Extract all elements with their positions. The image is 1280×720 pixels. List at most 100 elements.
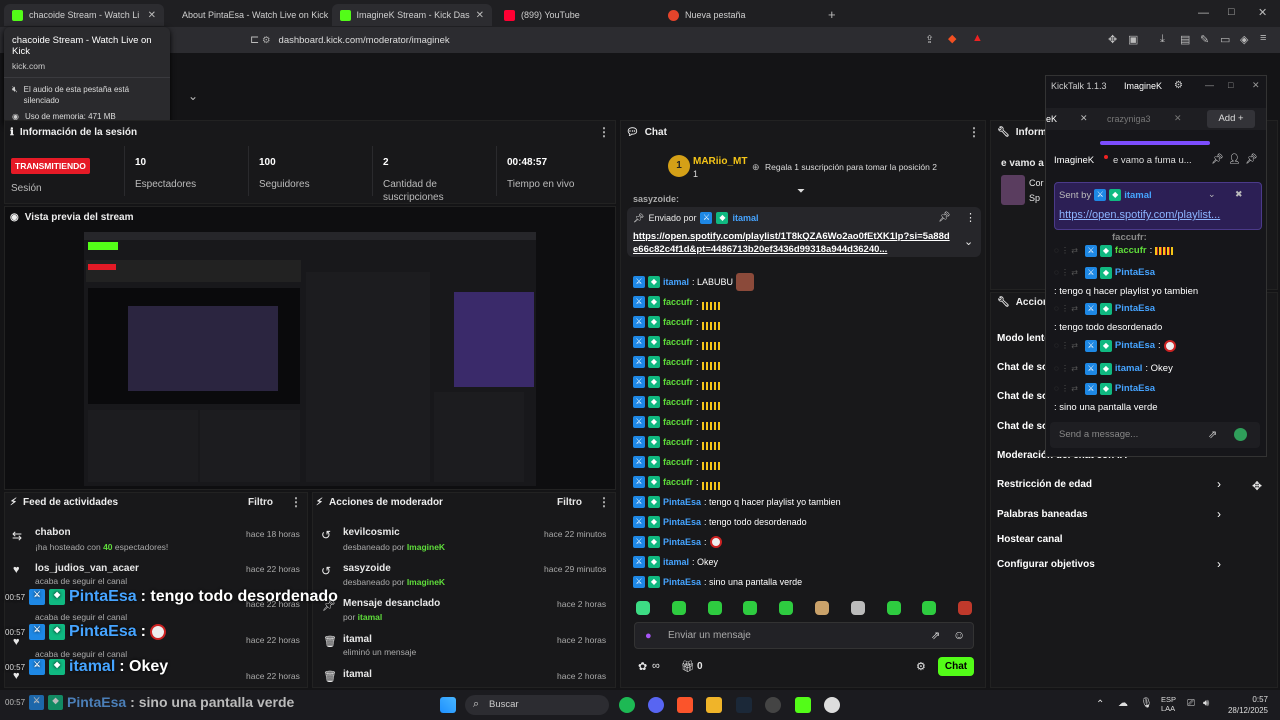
minimize-icon[interactable]: — [1205, 80, 1214, 90]
drag-handle-icon[interactable]: ✥ [1252, 479, 1262, 493]
site-info-icon[interactable]: ⚙ [262, 35, 271, 46]
tab-youtube[interactable]: (899) YouTube [496, 4, 656, 26]
emote-shortcut-icon[interactable] [886, 601, 901, 615]
action-host-channel[interactable]: Hostear canal [997, 534, 1063, 545]
taskbar-clock[interactable]: 0:57 28/12/2025 [1224, 694, 1268, 716]
send-chat-button[interactable]: Chat [938, 657, 974, 676]
chat-username[interactable]: PintaEsa [663, 517, 701, 527]
emote-shortcut-icon[interactable] [707, 601, 722, 615]
chat-username[interactable]: PintaEsa [663, 577, 701, 587]
more-options-icon[interactable]: ⋮ [965, 211, 976, 224]
chat-message[interactable]: ⚔ ◆ itamal: LABUBU [633, 273, 755, 291]
extensions-icon[interactable]: ✥ [1108, 33, 1117, 46]
kicktalk-message[interactable]: ◌ ⋮ ⇄ ⚔ ◆ PintaEsa: [1054, 338, 1254, 354]
tab-new[interactable]: Nueva pestaña [660, 4, 820, 26]
action-subscribers-only[interactable]: Chat de so [997, 391, 1048, 402]
kicktalk-username[interactable]: PintaEsa [1115, 301, 1155, 317]
chat-username[interactable]: itamal [663, 277, 689, 287]
kicktalk-username[interactable]: itamal [1115, 361, 1142, 377]
maximize-icon[interactable]: □ [1228, 6, 1235, 18]
language-indicator[interactable]: ESP LAA [1161, 695, 1176, 713]
activity-filter-button[interactable]: Filtro [248, 497, 273, 508]
emoji-icon[interactable] [1234, 428, 1247, 441]
chat-username[interactable]: faccufr [663, 477, 693, 487]
kicktalk-message[interactable]: ◌ ⋮ ⇄ ⚔ ◆ faccufr: [1054, 243, 1254, 259]
share-icon[interactable]: ⇪ [925, 33, 934, 46]
app-icon[interactable] [824, 697, 840, 713]
mic-icon[interactable]: 🎙︎ [1140, 698, 1153, 709]
emoji-icon[interactable]: ☺ [953, 628, 965, 642]
chevron-down-icon[interactable]: ⌄ [1208, 189, 1216, 200]
chat-message[interactable]: ⚔ ◆ faccufr: [633, 375, 720, 390]
tab-pintaesa[interactable]: About PintaEsa - Watch Live on Kick [168, 4, 330, 26]
emote-shortcut-icon[interactable] [922, 601, 937, 615]
chat-username[interactable]: faccufr [663, 417, 693, 427]
emote-shortcut-icon[interactable] [743, 601, 758, 615]
chat-message[interactable]: ⚔ ◆ PintaEsa: [633, 535, 722, 549]
obs-icon[interactable] [765, 697, 781, 713]
steam-icon[interactable] [736, 697, 752, 713]
chat-message[interactable]: ⚔ ◆ faccufr: [633, 335, 720, 350]
kicktalk-input[interactable]: Send a message... [1059, 429, 1138, 440]
file-explorer-icon[interactable] [706, 697, 722, 713]
message-actions-icon[interactable]: ◌ ⋮ ⇄ [1054, 361, 1078, 377]
chat-username[interactable]: faccufr [663, 377, 693, 387]
chat-username[interactable]: faccufr [663, 437, 693, 447]
more-options-icon[interactable]: ⋮ [290, 495, 302, 509]
leo-icon[interactable]: ✎ [1200, 33, 1209, 46]
chat-input-box[interactable]: ● Enviar un mensaje ⇗ ☺ [634, 622, 974, 649]
message-actions-icon[interactable]: ◌ ⋮ ⇄ [1054, 243, 1078, 259]
action-configure-goals[interactable]: Configurar objetivos [997, 559, 1095, 570]
cloud-icon[interactable]: ☁ [1118, 698, 1128, 709]
close-icon[interactable]: ✕ [476, 10, 484, 21]
kicktalk-tab-imaginek[interactable]: eK [1046, 114, 1057, 124]
action-emotes-only[interactable]: Chat de so [997, 421, 1048, 432]
close-icon[interactable]: ✕ [148, 10, 156, 21]
chat-message[interactable]: ⚔ ◆ PintaEsa: tengo todo desordenado [633, 515, 807, 529]
chat-message[interactable]: ⚔ ◆ itamal: Okey [633, 555, 718, 569]
emote-shortcut-icon[interactable] [815, 601, 829, 615]
chat-username[interactable]: faccufr [663, 317, 693, 327]
tab-imaginek[interactable]: ImagineK Stream - Kick Dash ✕ [332, 4, 492, 26]
action-slow-mode[interactable]: Modo lento [997, 333, 1050, 344]
channel-points-icon[interactable]: ✿ [638, 660, 647, 673]
chevron-down-icon[interactable]: ⌄ [188, 89, 198, 103]
menu-icon[interactable]: ≡ [1260, 32, 1266, 44]
taskbar-search[interactable]: ⌕ Buscar [465, 695, 609, 715]
kicktalk-message[interactable]: ◌ ⋮ ⇄ ⚔ ◆ PintaEsa: tengo q hacer playlist … [1054, 265, 1254, 300]
gear-icon[interactable]: ⚙ [916, 660, 926, 673]
chevron-down-icon[interactable]: ⌄ [964, 235, 973, 248]
kicktalk-message[interactable]: ◌ ⋮ ⇄ ⚔ ◆ itamal: Okey [1054, 361, 1254, 377]
chat-message[interactable]: ⚔ ◆ PintaEsa: tengo q hacer playlist yo ta… [633, 495, 841, 509]
maximize-icon[interactable]: □ [1228, 80, 1233, 90]
close-icon[interactable]: ✕ [1080, 113, 1088, 124]
kicktalk-add-button[interactable]: Add + [1207, 110, 1255, 128]
brave-rewards-icon[interactable]: ▲ [972, 32, 983, 44]
more-options-icon[interactable]: ⋮ [598, 495, 610, 509]
vpn-icon[interactable]: ◈ [1240, 33, 1248, 46]
emote-shortcut-icon[interactable] [671, 601, 686, 615]
message-actions-icon[interactable]: ◌ ⋮ ⇄ [1054, 381, 1078, 397]
screenshot-icon[interactable]: ▣ [1128, 33, 1138, 46]
chat-username[interactable]: faccufr [663, 337, 693, 347]
pin-icon[interactable]: 📌︎ [1211, 154, 1224, 165]
close-icon[interactable]: ✕ [1252, 80, 1260, 91]
new-tab-icon[interactable]: + [828, 7, 836, 22]
chat-message[interactable]: ⚔ ◆ faccufr: [633, 435, 720, 450]
chevron-right-icon[interactable]: › [1217, 507, 1221, 521]
action-age-restriction[interactable]: Restricción de edad [997, 479, 1092, 490]
mic-icon[interactable]: ● [645, 630, 652, 642]
window-close-icon[interactable]: ✕ [1258, 6, 1267, 19]
unpin-icon[interactable]: ✖ [1235, 189, 1243, 200]
mod-filter-button[interactable]: Filtro [557, 497, 582, 508]
discord-icon[interactable] [648, 697, 664, 713]
kicktalk-emote-icon[interactable]: ⇗ [1208, 428, 1217, 441]
minimize-icon[interactable]: — [1198, 7, 1209, 19]
pinned-link[interactable]: https://open.spotify.com/playlist/1T8kQZ… [633, 230, 953, 256]
chat-message[interactable]: ⚔ ◆ faccufr: [633, 475, 720, 490]
message-actions-icon[interactable]: ◌ ⋮ ⇄ [1054, 338, 1078, 354]
action-followers-only[interactable]: Chat de so [997, 362, 1048, 373]
chevron-right-icon[interactable]: › [1217, 477, 1221, 491]
kicktalk-username[interactable]: PintaEsa [1115, 265, 1155, 281]
chat-message[interactable]: ⚔ ◆ faccufr: [633, 295, 720, 310]
